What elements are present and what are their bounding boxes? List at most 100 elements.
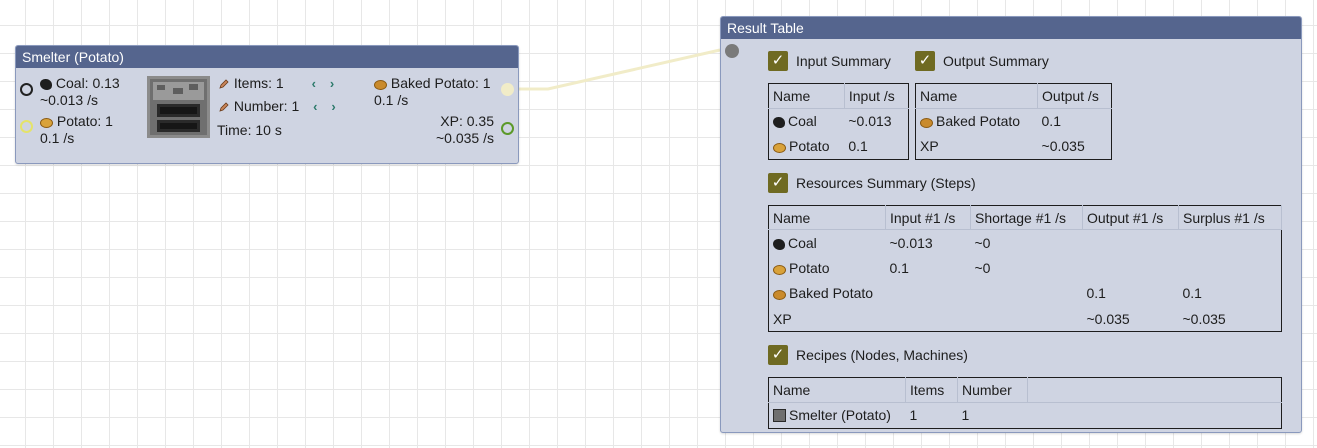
baked-potato-icon — [773, 290, 786, 301]
recipes-checkbox[interactable]: ✓ — [768, 345, 788, 365]
coal-input: Coal: 0.13 ~0.013 /s — [40, 75, 120, 109]
recipes-label[interactable]: Recipes (Nodes, Machines) — [796, 347, 968, 363]
row-value: 0.1 — [1041, 113, 1061, 130]
column-header[interactable]: Output #1 /s — [1082, 205, 1179, 231]
cell-number: 1 — [961, 407, 970, 424]
baked-potato-output-label: Baked Potato: 1 — [390, 75, 491, 91]
result-table-title[interactable]: Result Table — [721, 17, 1301, 39]
row-name: Potato — [789, 138, 830, 155]
time-label: Time: 10 s — [217, 122, 282, 138]
potato-icon — [40, 118, 53, 128]
resources-summary-checkbox[interactable]: ✓ — [768, 173, 788, 193]
row-name: Coal — [788, 113, 817, 130]
table-row: Coal ~0.013 — [769, 108, 909, 134]
table-row: Coal ~0.013 ~0 — [769, 230, 1282, 255]
column-header[interactable]: Name — [915, 83, 1039, 109]
potato-input-rate: 0.1 /s — [40, 130, 75, 146]
cell-output: ~0.035 — [1086, 310, 1130, 327]
row-name: Coal — [788, 234, 817, 251]
output-summary-label[interactable]: Output Summary — [943, 53, 1049, 69]
number-increase-button[interactable]: › — [331, 99, 335, 114]
input-summary-label[interactable]: Input Summary — [796, 53, 891, 69]
cell-items: 1 — [909, 407, 918, 424]
input-summary-checkbox[interactable]: ✓ — [768, 51, 788, 71]
cell-shortage: ~0 — [974, 259, 991, 276]
resources-summary-label[interactable]: Resources Summary (Steps) — [796, 175, 976, 191]
column-header[interactable]: Input /s — [844, 83, 909, 109]
coal-icon — [40, 79, 52, 90]
column-header[interactable]: Items — [905, 377, 958, 403]
edit-icon[interactable] — [218, 78, 230, 90]
cell-shortage — [971, 281, 1083, 306]
potato-icon — [773, 264, 786, 275]
row-name: XP — [773, 310, 792, 327]
xp-output-rate: ~0.035 /s — [436, 130, 494, 146]
row-name: XP — [920, 138, 939, 155]
coal-icon — [773, 117, 785, 129]
furnace-icon — [773, 409, 786, 423]
coal-input-label: Coal: 0.13 — [55, 75, 120, 91]
cell-input — [886, 306, 971, 331]
potato-input-label: Potato: 1 — [56, 113, 113, 129]
cell-input: 0.1 — [889, 259, 909, 276]
column-header[interactable]: Surplus #1 /s — [1178, 205, 1282, 231]
xp-output-label: XP: 0.35 — [440, 113, 494, 129]
table-row: Potato 0.1 ~0 — [769, 255, 1282, 280]
recipes-table: Name Items Number Smelter (Potato) 1 1 — [768, 377, 1282, 429]
xp-output-port[interactable] — [501, 122, 514, 135]
column-header[interactable]: Shortage #1 /s — [970, 205, 1083, 231]
input-summary-table: Name Input /s Coal ~0.013 Potato 0.1 — [768, 83, 909, 160]
table-row: XP ~0.035 ~0.035 — [769, 306, 1282, 331]
cell-output: 0.1 — [1086, 285, 1106, 302]
items-label: Items: 1 — [233, 75, 284, 91]
cell-surplus: 0.1 — [1182, 285, 1202, 302]
items-control: Items: 1 ‹ › — [218, 75, 334, 91]
cell-output — [1083, 255, 1179, 280]
column-header[interactable]: Number — [957, 377, 1028, 403]
column-header[interactable]: Name — [768, 83, 845, 109]
result-table-node[interactable]: Result Table ✓ Input Summary ✓ Output Su… — [720, 16, 1302, 433]
edit-icon[interactable] — [218, 101, 230, 113]
cell-surplus — [1179, 255, 1282, 280]
table-row: Baked Potato 0.1 — [916, 108, 1112, 134]
number-control: Number: 1 ‹ › — [218, 98, 336, 114]
smelter-node-title[interactable]: Smelter (Potato) — [16, 46, 518, 68]
furnace-icon — [147, 76, 210, 138]
row-name: Potato — [789, 259, 830, 276]
output-summary-table: Name Output /s Baked Potato 0.1 XP ~0.03… — [915, 83, 1112, 160]
table-row: Potato 0.1 — [769, 134, 909, 160]
baked-potato-icon — [374, 80, 387, 90]
table-row: Smelter (Potato) 1 1 — [769, 402, 1282, 428]
coal-icon — [773, 238, 785, 250]
cell-input: ~0.013 — [889, 234, 933, 251]
cell-shortage: ~0 — [974, 234, 991, 251]
baked-potato-icon — [920, 118, 933, 129]
column-header[interactable]: Name — [768, 205, 886, 231]
number-decrease-button[interactable]: ‹ — [313, 99, 317, 114]
row-name: Baked Potato — [936, 113, 1021, 130]
items-increase-button[interactable]: › — [330, 76, 334, 91]
cell-shortage — [971, 306, 1083, 331]
xp-output: XP: 0.35 ~0.035 /s — [436, 113, 494, 147]
smelter-node[interactable]: Smelter (Potato) Coal: 0.13 ~0.013 /s Po… — [15, 45, 519, 164]
potato-input: Potato: 1 0.1 /s — [40, 113, 113, 147]
row-name: Smelter (Potato) — [789, 407, 891, 424]
coal-input-port[interactable] — [20, 83, 33, 96]
column-header[interactable]: Output /s — [1037, 83, 1112, 109]
column-header[interactable]: Input #1 /s — [885, 205, 971, 231]
row-value: 0.1 — [848, 138, 868, 155]
output-summary-checkbox[interactable]: ✓ — [915, 51, 935, 71]
potato-icon — [773, 143, 786, 154]
cell-surplus — [1179, 230, 1282, 255]
input-port[interactable] — [725, 44, 739, 58]
baked-potato-output-rate: 0.1 /s — [374, 92, 409, 108]
potato-input-port[interactable] — [20, 120, 33, 133]
column-header[interactable]: Name — [768, 377, 906, 403]
baked-potato-output-port[interactable] — [501, 83, 514, 96]
coal-input-rate: ~0.013 /s — [40, 92, 98, 108]
items-decrease-button[interactable]: ‹ — [312, 76, 316, 91]
cell-output — [1083, 230, 1179, 255]
number-label: Number: 1 — [233, 98, 300, 114]
column-header-empty — [1027, 377, 1282, 403]
cell-surplus: ~0.035 — [1182, 310, 1226, 327]
